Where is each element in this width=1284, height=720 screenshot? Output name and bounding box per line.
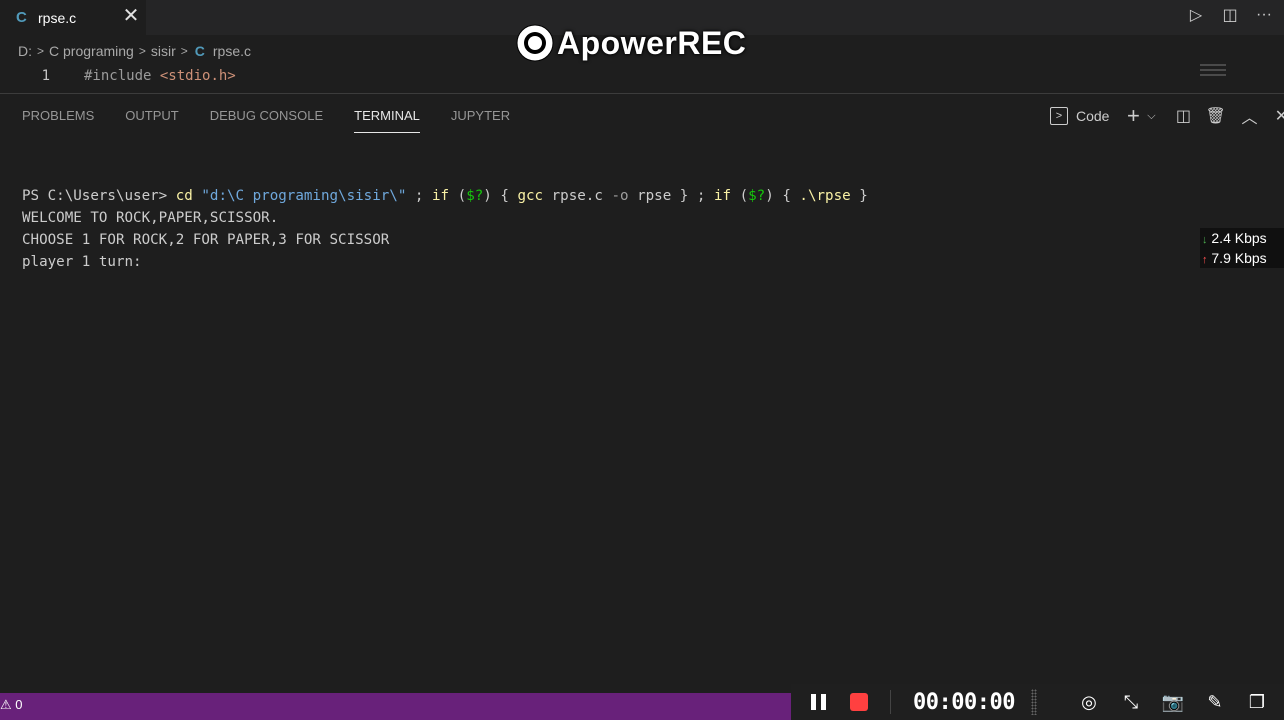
cmd-separator: ; <box>406 188 433 204</box>
editor-code-line[interactable]: 1 #include <stdio.h> <box>0 66 1284 88</box>
upload-speed-value: 7.9 Kbps <box>1211 250 1267 266</box>
terminal-output-line: WELCOME TO ROCK,PAPER,SCISSOR. <box>22 210 279 226</box>
cmd-path: "d:\C programing\sisir\" <box>201 188 407 204</box>
tab-output[interactable]: OUTPUT <box>125 100 178 132</box>
breadcrumb: D: > C programing > sisir > C rpse.c <box>18 40 251 62</box>
cmd-status-var: $? <box>748 188 766 204</box>
terminal-icon: > <box>1050 107 1068 125</box>
c-file-icon: C <box>16 9 27 26</box>
upload-arrow-icon: ↑ <box>1202 254 1208 266</box>
upload-speed: ↑ 7.9 Kbps <box>1200 248 1284 268</box>
cmd-gcc-args: rpse.c <box>543 188 612 204</box>
split-editor-icon[interactable]: ◫ <box>1220 5 1240 25</box>
tab-problems[interactable]: PROBLEMS <box>22 100 94 132</box>
cmd-brace: } <box>850 188 868 204</box>
tab-debug-console[interactable]: DEBUG CONSOLE <box>210 100 323 132</box>
network-speed-widget: ↓ 2.4 Kbps ↑ 7.9 Kbps <box>1200 228 1284 268</box>
cmd-exe: .\rpse <box>799 188 851 204</box>
watermark-text: ApowerREC <box>557 24 747 61</box>
more-actions-icon[interactable]: ··· <box>1254 6 1274 24</box>
cmd-paren: ) { <box>765 188 800 204</box>
cmd-if: if <box>713 188 732 204</box>
terminal-output-line: CHOOSE 1 FOR ROCK,2 FOR PAPER,3 FOR SCIS… <box>22 232 390 248</box>
stop-record-icon[interactable] <box>850 693 868 711</box>
camera-icon[interactable]: 📷 <box>1161 692 1185 713</box>
cmd-paren: ( <box>731 188 749 204</box>
download-speed: ↓ 2.4 Kbps <box>1200 228 1284 248</box>
toolbar-divider <box>890 690 891 714</box>
warnings-count[interactable]: ⚠ 0 <box>0 697 23 713</box>
include-directive: #include <box>84 68 152 84</box>
chevron-down-icon[interactable]: ⌵ <box>1143 110 1159 123</box>
webcam-icon[interactable]: ◎ <box>1077 692 1101 713</box>
window-icon[interactable]: ❐ <box>1245 692 1269 713</box>
editor-actions: ▷ ◫ ··· <box>1186 0 1274 30</box>
cmd-flag: -o <box>611 188 629 204</box>
breadcrumb-folder-sisir[interactable]: sisir <box>151 43 176 59</box>
c-file-icon: C <box>194 43 205 59</box>
cmd-gcc: gcc <box>517 188 544 204</box>
cmd-if: if <box>432 188 450 204</box>
apowerrec-watermark: ApowerREC <box>515 22 746 64</box>
terminal-prompt: PS C:\Users\user> <box>22 188 176 204</box>
apowerrec-logo-icon <box>516 24 554 62</box>
tab-label: rpse.c <box>38 9 77 26</box>
download-speed-value: 2.4 Kbps <box>1211 230 1267 246</box>
tab-rpse-c[interactable]: C rpse.c ✕ <box>0 0 146 35</box>
close-icon[interactable]: ✕ <box>121 4 141 28</box>
panel-tabs: PROBLEMS OUTPUT DEBUG CONSOLE TERMINAL J… <box>22 100 541 134</box>
cmd-status-var: $? <box>466 188 484 204</box>
breadcrumb-folder-c-programing[interactable]: C programing <box>49 43 134 59</box>
split-terminal-icon[interactable]: ◫ <box>1173 106 1193 126</box>
cmd-output-name: rpse } ; <box>628 188 714 204</box>
panel-divider <box>0 93 1284 94</box>
record-timer: 00:00:00 <box>913 689 1015 715</box>
add-terminal-icon[interactable]: + <box>1123 103 1143 129</box>
code-text: #include <stdio.h> <box>84 68 236 84</box>
tab-jupyter[interactable]: JUPYTER <box>451 100 510 132</box>
tab-terminal[interactable]: TERMINAL <box>354 100 420 133</box>
chevron-right-icon: > <box>37 44 45 58</box>
close-panel-icon[interactable]: ✕ <box>1273 106 1284 126</box>
panel-actions: > Code + ⌵ ◫ 🗑 ︿ ✕ <box>1050 103 1284 129</box>
drag-handle-icon[interactable] <box>1030 689 1037 715</box>
trash-icon[interactable]: 🗑 <box>1205 106 1225 126</box>
recorder-toolbar: 00:00:00 ◎ ⤡ 📷 ✎ ❐ <box>791 684 1284 720</box>
terminal-shell-label[interactable]: Code <box>1076 108 1109 124</box>
cmd-cd: cd <box>175 188 193 204</box>
include-file: <stdio.h> <box>159 68 236 84</box>
terminal-command-line: PS C:\Users\user> cd "d:\C programing\si… <box>22 185 868 207</box>
terminal-output-line: player 1 turn: <box>22 254 142 270</box>
line-number: 1 <box>41 68 50 84</box>
cmd-paren: ) { <box>483 188 518 204</box>
terminal-output[interactable]: PS C:\Users\user> cd "d:\C programing\si… <box>22 185 868 273</box>
pen-icon[interactable]: ✎ <box>1203 692 1227 713</box>
minimap[interactable] <box>1200 64 1226 88</box>
chevron-right-icon: > <box>138 44 146 58</box>
pause-icon[interactable] <box>811 694 831 710</box>
cmd-paren: ( <box>449 188 467 204</box>
download-arrow-icon: ↓ <box>1202 234 1208 246</box>
chevron-right-icon: > <box>180 44 188 58</box>
breadcrumb-drive[interactable]: D: <box>18 43 32 59</box>
maximize-panel-icon[interactable]: ︿ <box>1239 104 1259 128</box>
run-icon[interactable]: ▷ <box>1186 5 1206 25</box>
breadcrumb-file[interactable]: rpse.c <box>213 43 251 59</box>
collapse-icon[interactable]: ⤡ <box>1119 692 1143 713</box>
